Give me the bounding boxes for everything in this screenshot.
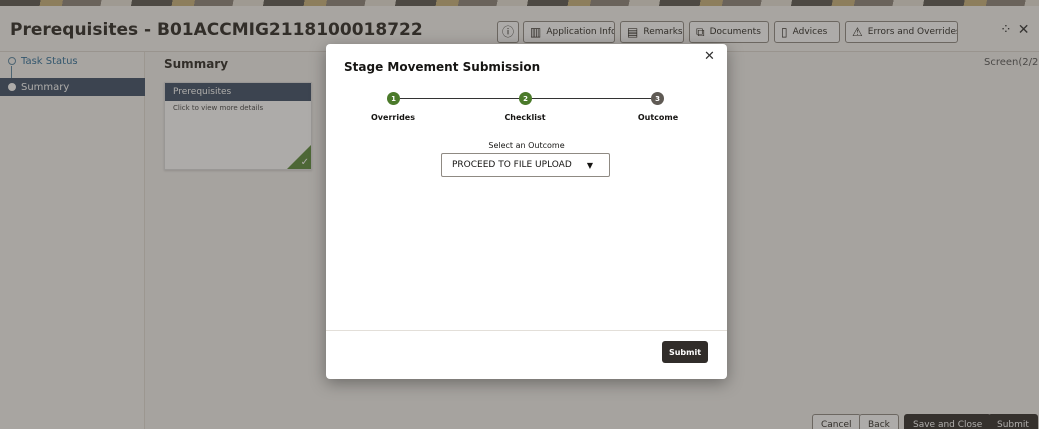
step-label-outcome: Outcome xyxy=(637,113,679,122)
outcome-select[interactable]: PROCEED TO FILE UPLOAD ▼ xyxy=(441,153,610,177)
modal-footer-divider xyxy=(326,330,727,331)
step-label-checklist: Checklist xyxy=(504,113,546,122)
close-icon[interactable]: ✕ xyxy=(704,49,715,64)
stepper: 1 2 3 Overrides Checklist Outcome xyxy=(326,92,727,132)
modal-title: Stage Movement Submission xyxy=(344,60,541,74)
step-3-dot[interactable]: 3 xyxy=(651,92,664,105)
outcome-label: Select an Outcome xyxy=(488,141,565,150)
step-connector xyxy=(532,98,654,99)
stage-movement-modal: Stage Movement Submission ✕ 1 2 3 Overri… xyxy=(326,44,727,379)
step-2-dot[interactable]: 2 xyxy=(519,92,532,105)
step-1-dot[interactable]: 1 xyxy=(387,92,400,105)
caret-down-icon: ▼ xyxy=(586,161,593,170)
outcome-select-value: PROCEED TO FILE UPLOAD xyxy=(452,160,572,170)
step-label-overrides: Overrides xyxy=(371,113,415,122)
step-connector xyxy=(400,98,522,99)
submit-button[interactable]: Submit xyxy=(662,341,708,363)
